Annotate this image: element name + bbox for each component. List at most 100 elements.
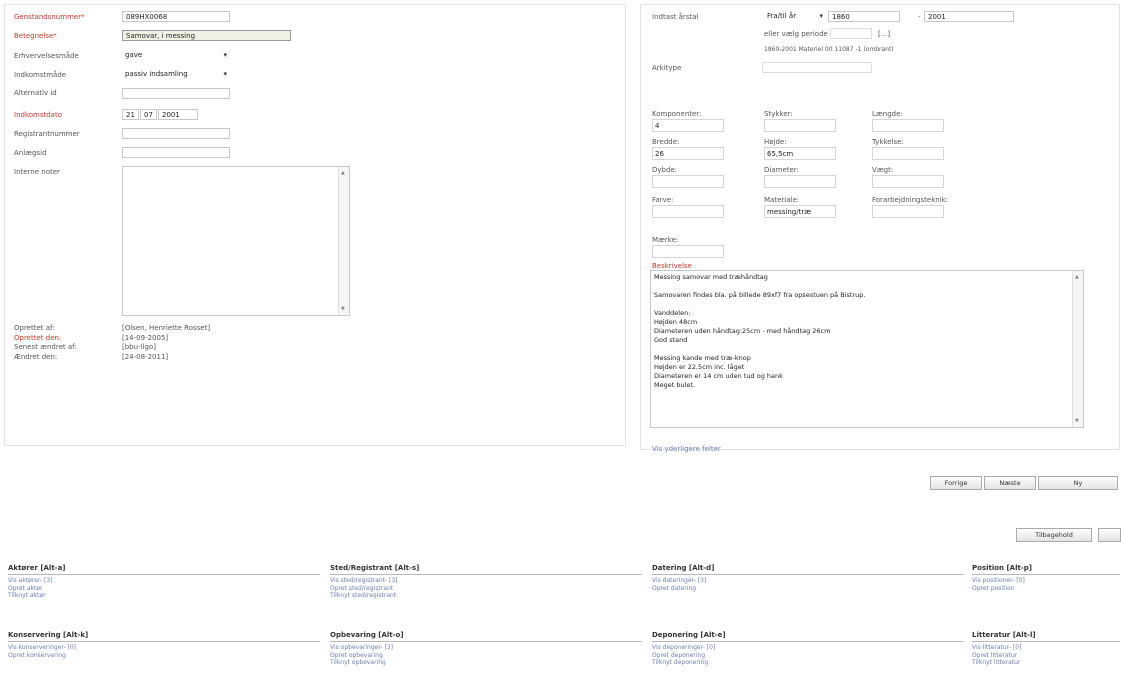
dim-input[interactable]: 26: [652, 147, 724, 160]
dim-input[interactable]: 4: [652, 119, 724, 132]
section-0-0: Aktører [Alt-a] Vis aktører- [3] Opret akt…: [8, 564, 320, 600]
section-1-0: Sted/Registrant [Alt-s] Vis sted/registra…: [330, 564, 642, 600]
forrige-button[interactable]: Forrige: [930, 476, 982, 490]
beskrivelse-line: Messing kande med træ-knop: [654, 354, 751, 362]
beskrivelse-line: [654, 345, 1080, 354]
section-link[interactable]: Opret sted/registrant: [330, 585, 642, 593]
scroll-up-icon[interactable]: ▲: [341, 170, 345, 176]
dim-input[interactable]: [764, 175, 836, 188]
section-link[interactable]: Vis aktører- [3]: [8, 577, 320, 585]
dim-input[interactable]: messing/træ: [764, 205, 836, 218]
section-link[interactable]: Vis dateringer- [3]: [652, 577, 964, 585]
section-title: Opbevaring [Alt-o]: [330, 631, 642, 642]
indkomstdato-year-input[interactable]: 2001: [158, 109, 198, 120]
section-link[interactable]: Tilknyt litteratur: [972, 659, 1120, 667]
meta-row: Ændret den: [24-08-2011]: [14, 353, 168, 361]
interne-noter-textarea[interactable]: ▲ ▼: [122, 166, 350, 316]
section-title: Sted/Registrant [Alt-s]: [330, 564, 642, 575]
period-text: eller vælg periode: [764, 30, 828, 38]
section-link[interactable]: Vis konserveringer- [0]: [8, 644, 320, 652]
section-link[interactable]: Opret litteratur: [972, 652, 1120, 660]
beskrivelse-textarea[interactable]: Messing samovar med træhåndtag Samovaren …: [650, 270, 1084, 428]
section-link[interactable]: Tilknyt opbevaring: [330, 659, 642, 667]
section-1-1: Opbevaring [Alt-o] Vis opbevaringer- [3] O…: [330, 631, 642, 667]
arstal-to-input[interactable]: 2001: [924, 11, 1014, 22]
label-alternativ-id: Alternativ id: [14, 89, 57, 97]
arkitype-input[interactable]: [762, 62, 872, 73]
indkomstdato-month-input[interactable]: 07: [140, 109, 157, 120]
section-link[interactable]: Vis litteratur- [0]: [972, 644, 1120, 652]
section-link[interactable]: Tilknyt aktør: [8, 592, 320, 600]
beskrivelse-line: [654, 282, 1080, 291]
dim-input[interactable]: [872, 205, 944, 218]
beskrivelse-line: Diameteren er 14 cm uden tud og hank: [654, 372, 783, 380]
section-title: Datering [Alt-d]: [652, 564, 964, 575]
section-title: Deponering [Alt-e]: [652, 631, 964, 642]
betegnelse-input[interactable]: Samovar, i messing: [122, 30, 291, 41]
section-title: Litteratur [Alt-l]: [972, 631, 1120, 642]
indkomstmade-select[interactable]: passiv indsamling: [122, 69, 230, 80]
beskrivelse-line: Meget bulet.: [654, 381, 696, 389]
beskrivelse-line: Højden 48cm: [654, 318, 698, 326]
period-input[interactable]: [830, 28, 872, 39]
label-betegnelse: Betegnelse*: [14, 32, 57, 40]
section-link[interactable]: Vis sted/registrant- [3]: [330, 577, 642, 585]
section-link[interactable]: Vis opbevaringer- [3]: [330, 644, 642, 652]
label-arkitype: Arkitype: [652, 64, 682, 72]
dim-input[interactable]: [652, 245, 724, 258]
beskrivelse-line: Vanddelen:: [654, 309, 691, 317]
dim-input[interactable]: [872, 175, 944, 188]
dim-input[interactable]: 65,5cm: [764, 147, 836, 160]
dim-input[interactable]: [872, 147, 944, 160]
beskrivelse-scrollbar[interactable]: ▲ ▼: [1072, 271, 1083, 427]
period-info: 1860-2001 Materiel 00 11087 -1 (ombrant): [764, 46, 894, 53]
anlaegsid-input[interactable]: [122, 147, 230, 158]
section-title: Position [Alt-p]: [972, 564, 1120, 575]
label-interne-noter: Interne noter: [14, 168, 60, 176]
naeste-button[interactable]: Næste: [984, 476, 1036, 490]
dim-input[interactable]: [652, 205, 724, 218]
alternativ-id-input[interactable]: [122, 88, 230, 99]
genstandsnummer-input[interactable]: 089HX0068: [122, 11, 230, 22]
arstal-from-input[interactable]: 1860: [828, 11, 900, 22]
label-genstandsnummer: Genstandsnummer*: [14, 13, 85, 21]
beskrivelse-line: Højden er 22,5cm inc. låget: [654, 363, 745, 371]
tilbagehold-button[interactable]: Tilbagehold: [1016, 528, 1092, 542]
section-link[interactable]: Vis positioner- [0]: [972, 577, 1120, 585]
dim-input[interactable]: [652, 175, 724, 188]
section-link[interactable]: Opret position: [972, 585, 1120, 593]
beskrivelse-line: Samovaren findes bla. på billede 89xf7 f…: [654, 291, 866, 299]
registrantnummer-input[interactable]: [122, 128, 230, 139]
section-link[interactable]: Opret aktør: [8, 585, 320, 593]
extra-button[interactable]: [1098, 528, 1121, 542]
meta-row: Oprettet af: [Olsen, Henriette Rosset]: [14, 324, 210, 332]
section-link[interactable]: Opret datering: [652, 585, 964, 593]
meta-row: Senest ændret af: [bbu-llgo]: [14, 343, 156, 351]
meta-value: [bbu-llgo]: [122, 343, 156, 351]
meta-row: Oprettet den: [14-09-2005]: [14, 334, 168, 342]
period-link[interactable]: [...]: [878, 30, 890, 38]
meta-label: Oprettet den:: [14, 333, 62, 342]
section-link[interactable]: Opret konservering: [8, 652, 320, 660]
section-3-0: Position [Alt-p] Vis positioner- [0] Opret…: [972, 564, 1120, 592]
scroll-down-icon[interactable]: ▼: [1075, 418, 1079, 424]
section-2-0: Datering [Alt-d] Vis dateringer- [3] Opret…: [652, 564, 964, 592]
indkomstdato-day-input[interactable]: 21: [122, 109, 139, 120]
section-link[interactable]: Tilknyt deponering: [652, 659, 964, 667]
scroll-down-icon[interactable]: ▼: [341, 306, 345, 312]
meta-label: Ændret den:: [14, 352, 58, 361]
section-link[interactable]: Opret deponering: [652, 652, 964, 660]
section-link[interactable]: Vis deponeringer- [0]: [652, 644, 964, 652]
scroll-up-icon[interactable]: ▲: [1075, 274, 1079, 280]
interne-noter-scrollbar[interactable]: ▲ ▼: [338, 167, 349, 315]
ny-button[interactable]: Ny: [1038, 476, 1118, 490]
dim-input[interactable]: [872, 119, 944, 132]
dim-input[interactable]: [764, 119, 836, 132]
vis-yderligere-felter-link[interactable]: Vis yderligere felter: [652, 445, 721, 453]
erhvervelsesmade-select[interactable]: gave: [122, 50, 230, 61]
section-link[interactable]: Opret opbevaring: [330, 652, 642, 660]
beskrivelse-line: Diameteren uden håndtag:25cm - med håndt…: [654, 327, 831, 335]
label-anlaegsid: Anlægsid: [14, 149, 47, 157]
section-link[interactable]: Tilknyt sted/registrant: [330, 592, 642, 600]
arstal-mode-select[interactable]: Fra/til år: [764, 11, 826, 22]
